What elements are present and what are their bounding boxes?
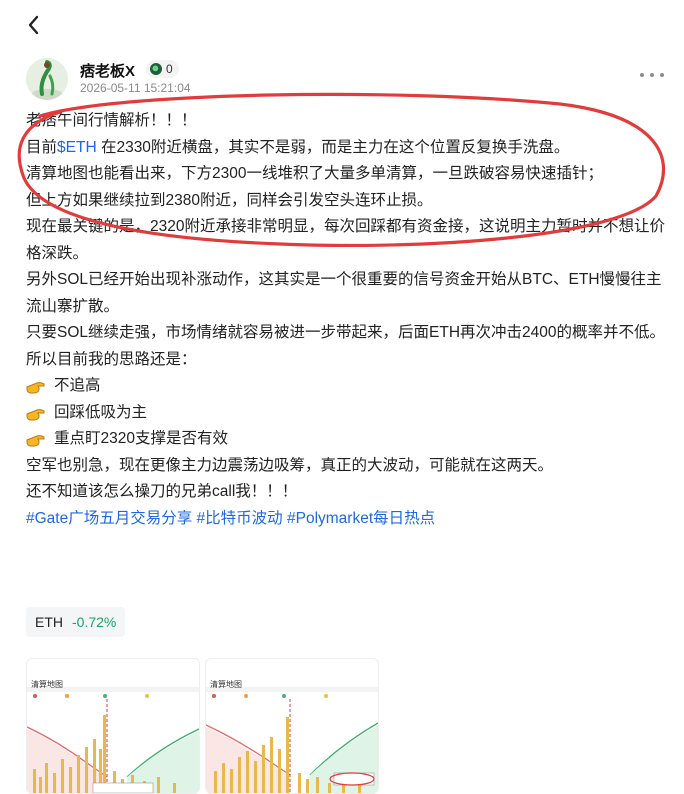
post-line: 目前$ETH 在2330附近横盘，其实不是弱，而是主力在这个位置反复换手洗盘。: [26, 135, 666, 162]
post-line: 现在最关键的是，2320附近承接非常明显，每次回踩都有资金接，这说明主力暂时并不…: [26, 218, 665, 262]
post-text: 在2330附近横盘，其实不是弱，而是主力在这个位置反复换手洗盘。: [96, 138, 570, 156]
bullet-text: 不追高: [54, 377, 101, 394]
post-line: 老痞午间行情解析！！！: [26, 112, 197, 129]
author-name[interactable]: 痞老板X: [80, 60, 135, 81]
ticker-change: -0.72%: [72, 614, 117, 630]
badge-icon: [150, 63, 162, 75]
more-dot-icon: [650, 73, 654, 77]
post-image-2[interactable]: 清算地图: [205, 658, 379, 794]
post-line: 只要SOL继续走强，市场情绪就容易被进一步带起来，后面ETH再次冲击2400的概…: [26, 324, 665, 341]
post-line: 但上方如果继续拉到2380附近，同样会引发空头连环止损。: [26, 191, 433, 209]
bullet-text: 重点盯2320支撑是否有效: [54, 430, 228, 447]
avatar[interactable]: [26, 58, 68, 100]
pointing-hand-icon: [26, 382, 45, 394]
bullet-item: 回踩低吸为主: [26, 400, 666, 427]
bullet-text: 回踩低吸为主: [54, 403, 148, 421]
post-body: 老痞午间行情解析！！！ 目前$ETH 在2330附近横盘，其实不是弱，而是主力在…: [26, 108, 666, 532]
post-timestamp: 2026-05-11 15:21:04: [80, 81, 191, 95]
hashtag-link[interactable]: #比特币波动: [197, 510, 283, 527]
more-dot-icon: [640, 73, 644, 77]
avatar-image: [26, 58, 68, 100]
top-bar: [0, 0, 684, 52]
post-line: 空军也别急，现在更像主力边震荡边吸筹，真正的大波动，可能就在这两天。: [26, 456, 554, 474]
post-line: 还不知道该怎么操刀的兄弟call我！！！: [26, 483, 298, 500]
hashtag-row: #Gate广场五月交易分享 #比特币波动 #Polymarket每日热点: [26, 506, 666, 533]
hashtag-link[interactable]: #Gate广场五月交易分享: [26, 510, 192, 527]
pointing-hand-icon: [26, 435, 45, 447]
user-badge: 0: [146, 60, 179, 78]
more-options-button[interactable]: [640, 70, 664, 80]
cashtag-link[interactable]: $ETH: [57, 139, 97, 156]
chevron-left-icon[interactable]: [22, 12, 48, 38]
bullet-item: 不追高: [26, 373, 666, 400]
bullet-item: 重点盯2320支撑是否有效: [26, 426, 666, 453]
badge-count: 0: [166, 62, 173, 76]
ticker-chip[interactable]: ETH -0.72%: [26, 607, 126, 637]
post-line: 另外SOL已经开始出现补涨动作，这其实是一个很重要的信号资金开始从BTC、ETH…: [26, 271, 662, 315]
post-line: 所以目前我的思路还是：: [26, 350, 197, 368]
ticker-symbol: ETH: [35, 614, 63, 630]
pointing-hand-icon: [26, 408, 45, 421]
hashtag-link[interactable]: #Polymarket每日热点: [287, 510, 435, 527]
post-text: 目前: [26, 138, 58, 156]
post-image-1[interactable]: 清算地图: [26, 658, 200, 794]
more-dot-icon: [660, 73, 664, 77]
image-title: 清算地图: [31, 680, 63, 689]
image-title: 清算地图: [210, 680, 242, 689]
post-line: 清算地图也能看出来，下方2300一线堆积了大量多单清算，一旦跌破容易快速插针；: [26, 165, 603, 182]
